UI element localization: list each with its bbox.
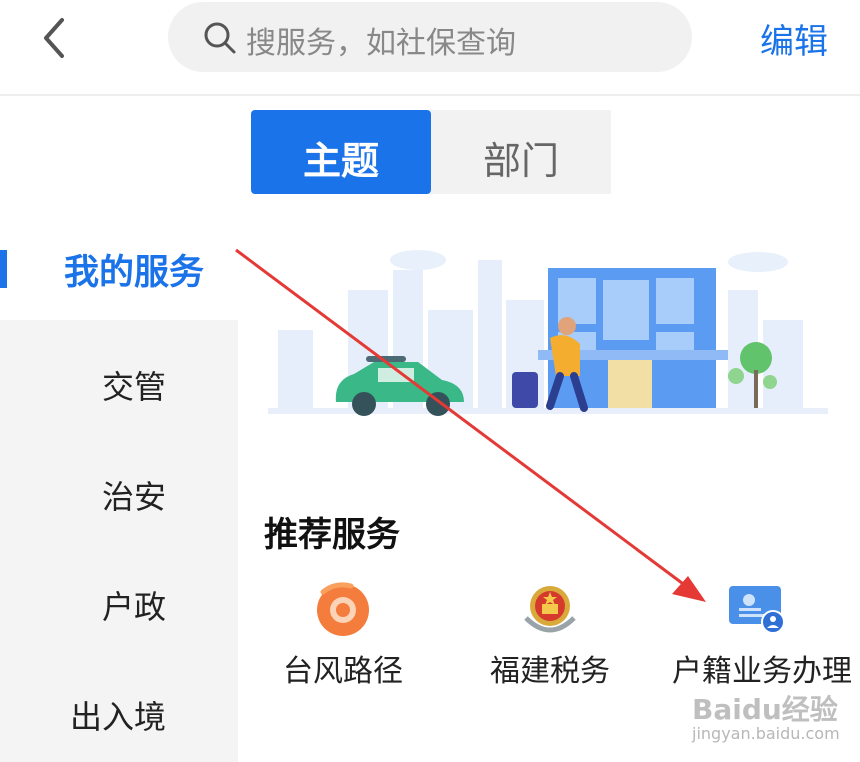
banner-illustration [268, 250, 828, 416]
service-label: 户籍业务办理 [672, 654, 852, 689]
typhoon-icon [317, 582, 369, 636]
sidebar-item-household[interactable]: 户政 [0, 540, 238, 652]
edit-button[interactable]: 编辑 [760, 14, 828, 63]
search-placeholder: 搜服务，如社保查询 [246, 26, 516, 61]
sidebar-item-label: 治安 [101, 478, 166, 516]
section-title: 推荐服务 [264, 515, 400, 555]
sidebar-item-immigration[interactable]: 出入境 [0, 650, 238, 762]
tab-theme[interactable]: 主题 [251, 110, 431, 194]
sidebar-item-public-security[interactable]: 治安 [0, 430, 238, 542]
back-button[interactable] [34, 14, 78, 62]
service-typhoon-path[interactable]: 台风路径 [258, 578, 428, 738]
sidebar-item-label: 我的服务 [63, 253, 204, 293]
tab-label: 部门 [482, 139, 559, 183]
tax-emblem-icon [524, 586, 576, 633]
watermark-brand: Baidu经验 [692, 693, 838, 726]
top-bar: 搜服务，如社保查询 编辑 [0, 0, 860, 96]
chevron-left-icon [44, 18, 64, 58]
sidebar-item-label: 出入境 [69, 698, 166, 736]
tab-bar: 主题 部门 [251, 110, 611, 194]
watermark-url: jingyan.baidu.com [692, 724, 840, 743]
service-label: 福建税务 [490, 654, 610, 689]
id-card-icon [729, 586, 785, 634]
active-indicator [0, 250, 7, 288]
sidebar-item-label: 户政 [101, 588, 166, 626]
service-label: 台风路径 [283, 654, 403, 689]
category-sidebar: 我的服务 交管 治安 户政 出入境 [0, 208, 238, 762]
sidebar-item-label: 交管 [101, 368, 166, 406]
tab-department[interactable]: 部门 [431, 110, 611, 194]
search-icon [204, 22, 236, 54]
sidebar-item-my-services[interactable]: 我的服务 [0, 208, 238, 320]
service-fujian-tax[interactable]: 福建税务 [465, 578, 635, 738]
sidebar-item-traffic[interactable]: 交管 [0, 320, 238, 432]
search-input[interactable]: 搜服务，如社保查询 [168, 2, 692, 72]
tab-label: 主题 [302, 139, 379, 183]
